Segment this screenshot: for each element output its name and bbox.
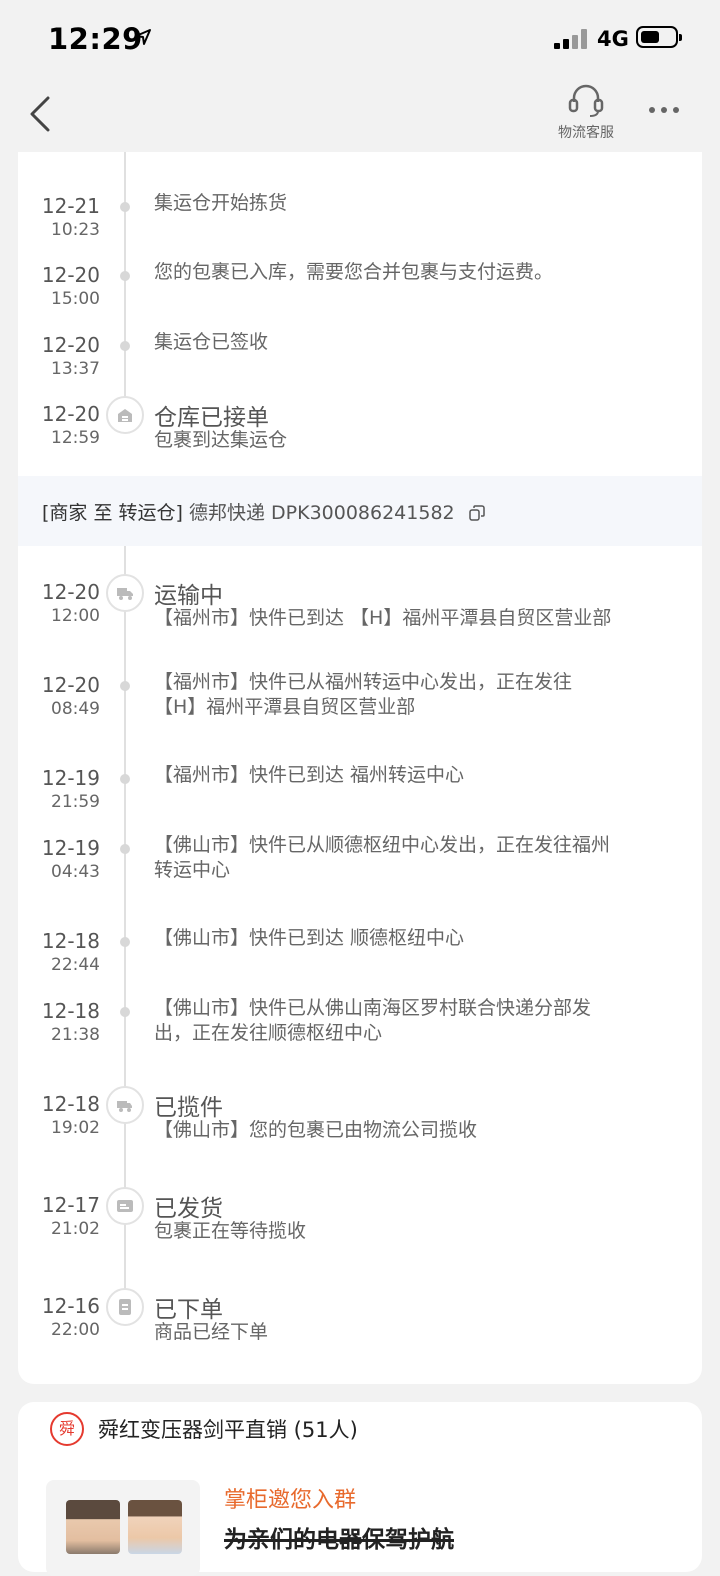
event-time: 22:00: [51, 1320, 100, 1340]
event-date: 12-19: [41, 836, 100, 860]
event-desc-line: 出，正在发往顺德枢纽中心: [154, 1022, 383, 1044]
network-type: 4G: [597, 27, 629, 51]
event-desc: 【福州市】快件已到达 福州转运中心: [154, 764, 465, 786]
event-desc: 【佛山市】您的包裹已由物流公司揽收: [154, 1119, 478, 1141]
invite-subtitle: 为亲们的电器保驾护航: [224, 1527, 454, 1553]
event-title: 仓库已接单: [154, 405, 269, 431]
event-date: 12-17: [41, 1193, 100, 1217]
event-time: 04:43: [51, 862, 100, 882]
event-date: 12-20: [41, 673, 100, 697]
event-date: 12-18: [41, 929, 100, 953]
warehouse-timeline-card: 12-21 10:23 集运仓开始拣货 12-20 15:00 您的包裹已入库，…: [18, 152, 702, 476]
timeline-dot: [120, 271, 130, 281]
shop-name: 舜红变压器剑平直销 (51人): [98, 1418, 358, 1442]
invite-title: 掌柜邀您入群: [224, 1488, 357, 1513]
chevron-left-icon: [30, 96, 50, 132]
timeline-dot: [120, 937, 130, 947]
event-desc-line: 转运中心: [154, 859, 231, 881]
event-time: 10:23: [51, 220, 100, 240]
shipped-icon: [106, 1187, 144, 1225]
customer-service-button[interactable]: 物流客服: [546, 80, 626, 152]
event-date: 12-19: [41, 766, 100, 790]
headset-icon: [568, 84, 604, 117]
warehouse-icon: [106, 396, 144, 434]
event-date: 12-20: [41, 580, 100, 604]
event-time: 12:00: [51, 606, 100, 626]
event-desc: 集运仓已签收: [154, 331, 269, 353]
back-button[interactable]: [24, 94, 60, 134]
location-arrow-icon: [134, 28, 152, 50]
event-time: 21:38: [51, 1025, 100, 1045]
event-desc: 商品已经下单: [154, 1321, 269, 1343]
timeline-dot: [120, 774, 130, 784]
event-title: 已下单: [154, 1297, 223, 1323]
timeline-dot: [120, 202, 130, 212]
event-desc-line: 【福州市】快件已从福州转运中心发出，正在发往: [154, 671, 573, 693]
status-bar: 12:29 4G: [0, 0, 720, 80]
shipment-leg-header: [商家 至 转运仓] 德邦快递 DPK300086241582: [18, 476, 702, 546]
customer-service-label: 物流客服: [558, 125, 614, 141]
event-date: 12-20: [41, 333, 100, 357]
event-desc: 【佛山市】快件已从佛山南海区罗村联合快递分部发 出，正在发往顺德枢纽中心: [154, 996, 684, 1046]
truck-icon: [106, 574, 144, 612]
event-desc-line: 【佛山市】快件已从顺德枢纽中心发出，正在发往福州: [154, 834, 611, 856]
event-date: 12-20: [41, 402, 100, 426]
leg-segment: [商家 至 转运仓]: [42, 502, 183, 524]
event-time: 19:02: [51, 1118, 100, 1138]
event-title: 运输中: [154, 583, 223, 609]
event-desc: 【佛山市】快件已到达 顺德枢纽中心: [154, 927, 465, 949]
battery-icon: [636, 26, 682, 48]
event-date: 12-18: [41, 999, 100, 1023]
event-desc-line: 【H】福州平潭县自贸区营业部: [154, 696, 416, 718]
group-thumbnail: [46, 1480, 200, 1576]
event-desc: 您的包裹已入库，需要您合并包裹与支付运费。: [154, 261, 554, 283]
event-date: 12-18: [41, 1092, 100, 1116]
avatar: [66, 1500, 120, 1554]
event-time: 15:00: [51, 289, 100, 309]
signal-icon: [554, 29, 588, 49]
event-time: 21:59: [51, 792, 100, 812]
event-time: 21:02: [51, 1219, 100, 1239]
event-desc: 【佛山市】快件已从顺德枢纽中心发出，正在发往福州 转运中心: [154, 833, 684, 883]
event-time: 08:49: [51, 699, 100, 719]
pickup-truck-icon: [106, 1086, 144, 1124]
event-title: 已揽件: [154, 1095, 223, 1121]
timeline-dot: [120, 681, 130, 691]
event-date: 12-21: [41, 194, 100, 218]
more-button[interactable]: [646, 100, 682, 120]
event-desc-line: 【佛山市】快件已从佛山南海区罗村联合快递分部发: [154, 997, 592, 1019]
tracking-number: DPK300086241582: [271, 502, 455, 524]
event-time: 13:37: [51, 359, 100, 379]
order-document-icon: [106, 1288, 144, 1326]
timeline-dot: [120, 844, 130, 854]
copy-icon[interactable]: [468, 504, 485, 526]
event-title: 已发货: [154, 1196, 223, 1222]
carrier-name: 德邦快递: [188, 502, 265, 524]
event-desc: 【福州市】快件已从福州转运中心发出，正在发往 【H】福州平潭县自贸区营业部: [154, 670, 684, 720]
event-desc: 集运仓开始拣货: [154, 192, 288, 214]
event-desc: 【福州市】快件已到达 【H】福州平潭县自贸区营业部: [154, 607, 612, 629]
courier-timeline-card: 12-20 12:00 运输中 【福州市】快件已到达 【H】福州平潭县自贸区营业…: [18, 546, 702, 1384]
status-time: 12:29: [48, 22, 143, 56]
event-time: 22:44: [51, 955, 100, 975]
event-date: 12-20: [41, 263, 100, 287]
shop-group-card[interactable]: 舜 舜红变压器剑平直销 (51人) 掌柜邀您入群 为亲们的电器保驾护航: [18, 1402, 702, 1576]
nav-bar: 物流客服: [0, 80, 720, 152]
timeline-dot: [120, 341, 130, 351]
timeline-dot: [120, 1007, 130, 1017]
avatar: [128, 1500, 182, 1554]
event-desc: 包裹到达集运仓: [154, 429, 288, 451]
event-desc: 包裹正在等待揽收: [154, 1220, 307, 1242]
event-time: 12:59: [51, 428, 100, 448]
event-date: 12-16: [41, 1294, 100, 1318]
shop-logo: 舜: [50, 1412, 84, 1446]
